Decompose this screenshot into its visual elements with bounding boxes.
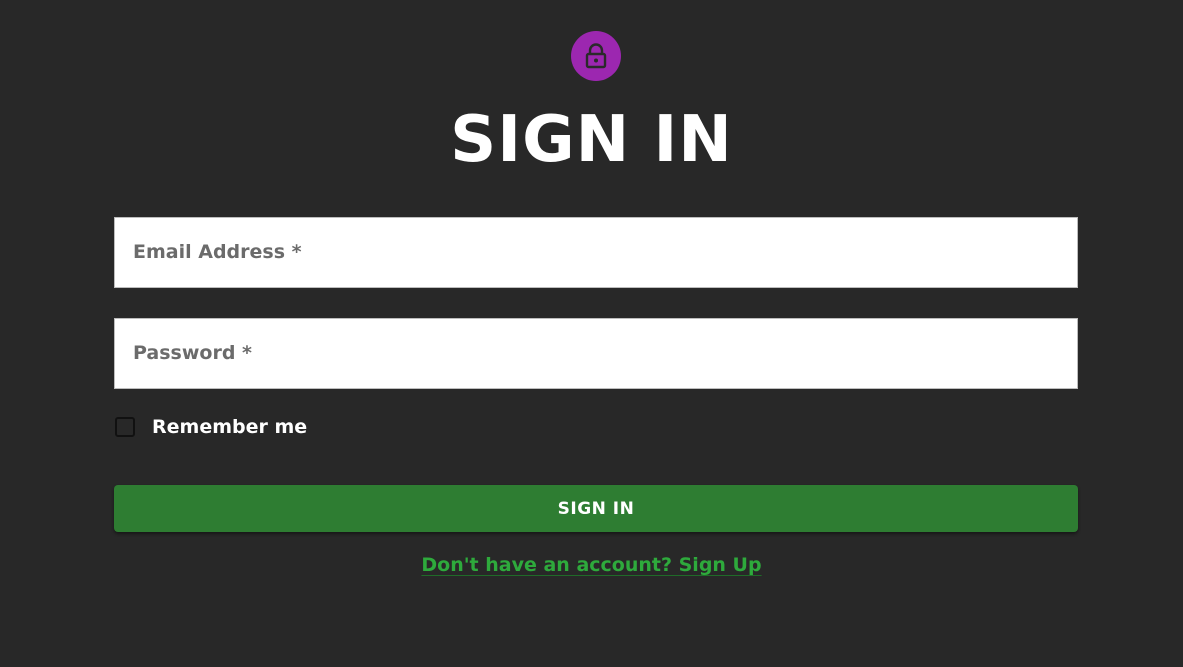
- signup-link-container: Don't have an account? Sign Up: [0, 554, 1183, 576]
- sign-up-link[interactable]: Don't have an account? Sign Up: [421, 554, 761, 576]
- sign-in-button[interactable]: SIGN IN: [114, 485, 1078, 532]
- lock-avatar: [571, 31, 621, 81]
- page-title: SIGN IN: [450, 103, 733, 177]
- lock-icon: [584, 43, 608, 69]
- password-field[interactable]: Password *: [114, 318, 1078, 389]
- remember-me-label[interactable]: Remember me: [152, 416, 307, 438]
- sign-in-page: SIGN IN Email Address * Password * Remem…: [0, 0, 1183, 667]
- email-input[interactable]: [115, 218, 1077, 287]
- remember-me-checkbox[interactable]: [115, 417, 135, 437]
- remember-me-control[interactable]: Remember me: [115, 413, 307, 441]
- password-input[interactable]: [115, 319, 1077, 388]
- email-field[interactable]: Email Address *: [114, 217, 1078, 288]
